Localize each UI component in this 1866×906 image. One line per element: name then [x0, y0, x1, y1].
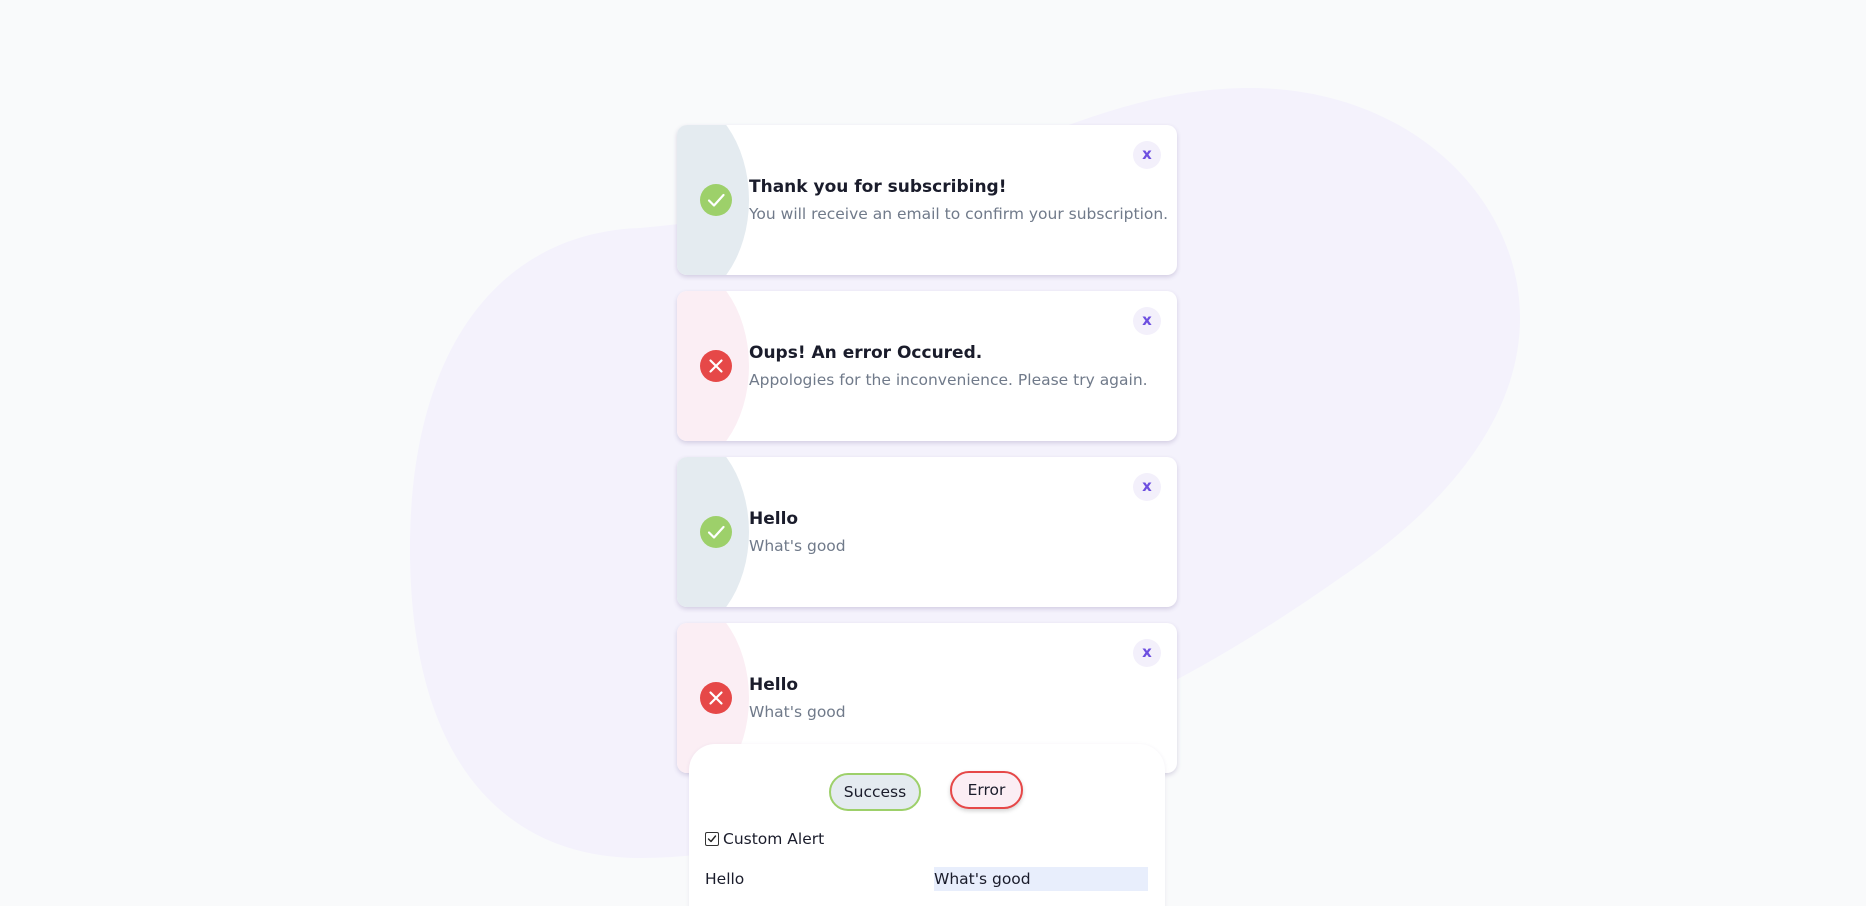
check-icon [700, 184, 732, 216]
x-icon [700, 350, 732, 382]
alert-title: Oups! An error Occured. [749, 343, 983, 363]
error-button[interactable]: Error [950, 771, 1023, 809]
custom-alert-checkbox[interactable] [705, 832, 719, 846]
alert-success-subscribed: Thank you for subscribing! You will rece… [677, 125, 1177, 275]
close-button[interactable]: x [1133, 141, 1161, 169]
alert-title-input[interactable]: Hello [705, 867, 905, 891]
page: Thank you for subscribing! You will rece… [0, 0, 1866, 906]
alert-title: Hello [749, 509, 799, 529]
alert-success-custom: Hello What's good x [677, 457, 1177, 607]
check-icon [700, 516, 732, 548]
alert-title: Thank you for subscribing! [749, 177, 1007, 197]
close-button[interactable]: x [1133, 639, 1161, 667]
close-button[interactable]: x [1133, 307, 1161, 335]
alert-message: What's good [749, 703, 846, 721]
x-icon [700, 682, 732, 714]
alert-message: Appologies for the inconvenience. Please… [749, 371, 1148, 389]
alert-error-occurred: Oups! An error Occured. Appologies for t… [677, 291, 1177, 441]
custom-alert-toggle[interactable]: Custom Alert [705, 829, 824, 849]
alert-message-input[interactable]: What's good [934, 867, 1148, 891]
alert-title: Hello [749, 675, 799, 695]
alert-controls-panel: Success Error Custom Alert Hello What's … [689, 744, 1165, 906]
custom-alert-label: Custom Alert [723, 830, 825, 848]
close-button[interactable]: x [1133, 473, 1161, 501]
alert-message: What's good [749, 537, 846, 555]
alert-message: You will receive an email to confirm you… [749, 205, 1169, 223]
success-button[interactable]: Success [829, 773, 921, 811]
